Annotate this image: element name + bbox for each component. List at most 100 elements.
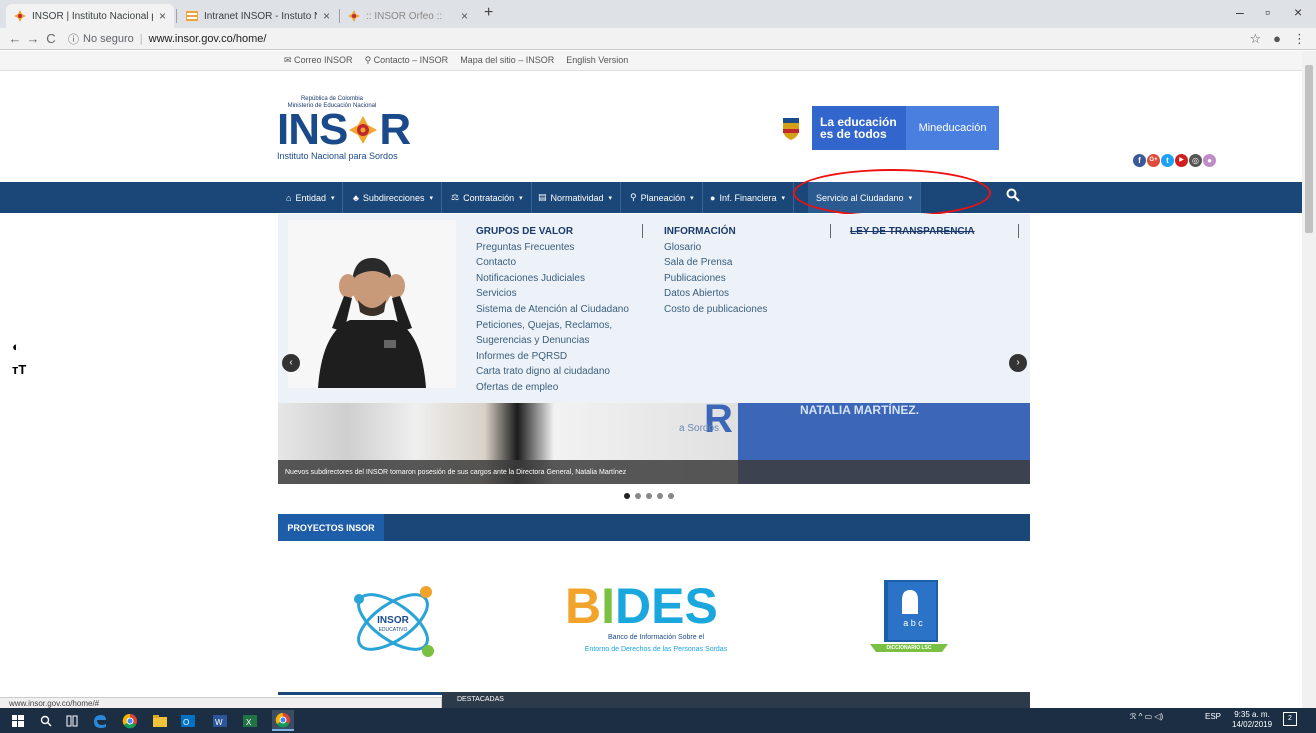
- slider-dot[interactable]: [646, 493, 652, 499]
- projects-heading: PROYECTOS INSOR: [278, 514, 384, 541]
- menu-link[interactable]: Carta trato digno al ciudadano: [476, 364, 629, 380]
- utility-links: ✉ Correo INSOR ⚲ Contacto – INSOR Mapa d…: [284, 55, 628, 66]
- slider-dot-active[interactable]: [624, 493, 630, 499]
- windows-start-icon[interactable]: [12, 715, 24, 727]
- destacadas-label[interactable]: DESTACADAS: [457, 696, 504, 703]
- menu-link[interactable]: Sala de Prensa: [664, 255, 767, 271]
- tab-close-icon[interactable]: ×: [323, 9, 330, 23]
- menu-link[interactable]: Servicios: [476, 286, 629, 302]
- googleplus-icon[interactable]: G+: [1147, 154, 1160, 167]
- logo-name-right: R: [379, 105, 411, 154]
- profile-icon[interactable]: ●: [1273, 31, 1281, 47]
- menu-link[interactable]: Informes de PQRSD: [476, 349, 629, 365]
- utility-link-correo[interactable]: ✉ Correo INSOR: [284, 55, 353, 66]
- menu-link[interactable]: Contacto: [476, 255, 629, 271]
- forward-icon[interactable]: →: [24, 31, 42, 46]
- insor-logo[interactable]: República de Colombia Ministerio de Educ…: [277, 96, 411, 161]
- menu-link[interactable]: Sistema de Atención al Ciudadano: [476, 302, 629, 318]
- slide-caption[interactable]: Nuevos subdirectores del INSOR tomaron p…: [278, 460, 1030, 484]
- edu-slogan-line2: es de todos: [820, 127, 887, 141]
- bides-subtitle-1: Banco de Información Sobre el: [607, 634, 705, 641]
- font-size-icon[interactable]: тT: [12, 362, 26, 377]
- page-scrollbar[interactable]: [1302, 51, 1316, 708]
- chrome-taskbar-active[interactable]: [272, 710, 294, 731]
- instagram-icon[interactable]: ◎: [1189, 154, 1202, 167]
- twitter-icon[interactable]: t: [1161, 154, 1174, 167]
- address-bar[interactable]: ⓘ No seguro | www.insor.gov.co/home/: [68, 31, 266, 47]
- utility-link-contacto[interactable]: ⚲ Contacto – INSOR: [365, 55, 449, 66]
- outlook-icon[interactable]: O: [180, 713, 196, 729]
- accessibility-tools: ◐ тT: [12, 339, 26, 377]
- column-heading[interactable]: LEY DE TRANSPARENCIA: [850, 224, 975, 240]
- mineducacion-banner[interactable]: La educación es de todos Mineducación: [770, 106, 999, 150]
- task-view-icon[interactable]: [66, 715, 78, 727]
- menu-link[interactable]: Datos Abiertos: [664, 286, 767, 302]
- menu-link[interactable]: Publicaciones: [664, 271, 767, 287]
- chrome-browser-icon[interactable]: [122, 713, 138, 729]
- nav-subdirecciones[interactable]: ♣ Subdirecciones ▾: [345, 182, 442, 213]
- tab-title: Intranet INSOR - Instuto Naciona: [204, 10, 317, 22]
- prev-arrow-icon[interactable]: ‹: [282, 354, 300, 372]
- tab-insor[interactable]: INSOR | Instituto Nacional para ×: [6, 4, 174, 28]
- info-icon[interactable]: ⓘ: [68, 31, 79, 47]
- tab-close-icon[interactable]: ×: [159, 9, 166, 23]
- menu-icon[interactable]: ⋮: [1293, 31, 1306, 47]
- new-tab-button[interactable]: +: [484, 4, 493, 22]
- people-icon: ♣: [353, 192, 359, 203]
- menu-link[interactable]: Notificaciones Judiciales: [476, 271, 629, 287]
- maximize-button[interactable]: ▫: [1265, 4, 1270, 20]
- clock[interactable]: 9:35 a. m. 14/02/2019: [1232, 710, 1272, 730]
- home-icon: ⌂: [286, 192, 292, 203]
- search-icon[interactable]: [1006, 188, 1020, 202]
- edu-slogan: La educación es de todos: [812, 106, 906, 150]
- nav-planeacion[interactable]: ⚲ Planeación ▾: [622, 182, 703, 213]
- close-window-button[interactable]: ×: [1294, 4, 1302, 20]
- slider-dot[interactable]: [635, 493, 641, 499]
- nav-normatividad[interactable]: ▤ Normatividad ▾: [530, 182, 622, 213]
- next-arrow-icon[interactable]: ›: [1009, 354, 1027, 372]
- menu-link[interactable]: Glosario: [664, 240, 767, 256]
- facebook-icon[interactable]: f: [1133, 154, 1146, 167]
- tab-close-icon[interactable]: ×: [461, 9, 468, 23]
- notifications-icon[interactable]: 2: [1283, 712, 1297, 726]
- nav-inf-financiera[interactable]: ● Inf. Financiera ▾: [702, 182, 794, 213]
- insor-educativo-logo[interactable]: INSOR EDUCATIVO: [348, 579, 438, 665]
- back-icon[interactable]: ←: [6, 31, 24, 46]
- slider-dot[interactable]: [668, 493, 674, 499]
- grupos-de-valor-column: GRUPOS DE VALOR Preguntas Frecuentes Con…: [476, 224, 629, 396]
- bookmark-star-icon[interactable]: ☆: [1249, 31, 1261, 47]
- nav-entidad[interactable]: ⌂ Entidad ▾: [278, 182, 344, 213]
- menu-link[interactable]: Sugerencias y Denuncias: [476, 333, 629, 349]
- utility-link-english[interactable]: English Version: [566, 55, 628, 66]
- utility-link-mapa[interactable]: Mapa del sitio – INSOR: [460, 55, 554, 66]
- diccionario-lsc-logo[interactable]: a b c DICCIONARIO LSC: [866, 578, 952, 660]
- minimize-button[interactable]: –: [1236, 4, 1244, 20]
- language-indicator[interactable]: ESP: [1205, 712, 1221, 721]
- menu-link[interactable]: Ofertas de empleo: [476, 380, 629, 396]
- nav-label: Inf. Financiera: [719, 192, 777, 203]
- bides-wordmark: B I DES: [565, 581, 747, 631]
- tab-intranet[interactable]: Intranet INSOR - Instuto Naciona ×: [178, 4, 338, 28]
- excel-icon[interactable]: X: [242, 713, 258, 729]
- url-text[interactable]: www.insor.gov.co/home/: [149, 33, 267, 45]
- slider-dot[interactable]: [657, 493, 663, 499]
- scrollbar-thumb[interactable]: [1305, 65, 1313, 233]
- word-icon[interactable]: W: [212, 713, 228, 729]
- menu-link[interactable]: Peticiones, Quejas, Reclamos,: [476, 318, 629, 334]
- search-icon[interactable]: [40, 715, 52, 727]
- menu-link[interactable]: Costo de publicaciones: [664, 302, 767, 318]
- contrast-icon[interactable]: ◐: [12, 339, 26, 354]
- news-slider[interactable]: R a Sordos NATALIA MARTÍNEZ. Nuevos subd…: [278, 403, 1030, 484]
- nav-contratacion[interactable]: ⚖ Contratación ▾: [443, 182, 532, 213]
- sign-language-video[interactable]: [288, 220, 456, 388]
- menu-link[interactable]: Preguntas Frecuentes: [476, 240, 629, 256]
- edge-browser-icon[interactable]: [92, 713, 108, 729]
- bides-logo[interactable]: B I DES Banco de Información Sobre el En…: [565, 581, 747, 658]
- flickr-icon[interactable]: ●: [1203, 154, 1216, 167]
- system-tray-icons[interactable]: ℛ ^ ▭ ◁): [1130, 712, 1163, 721]
- file-explorer-icon[interactable]: [152, 713, 168, 729]
- youtube-icon[interactable]: ▶: [1175, 154, 1188, 167]
- tab-orfeo[interactable]: :: INSOR Orfeo :: ×: [340, 4, 476, 28]
- column-divider: [642, 224, 643, 238]
- reload-icon[interactable]: C: [42, 31, 60, 46]
